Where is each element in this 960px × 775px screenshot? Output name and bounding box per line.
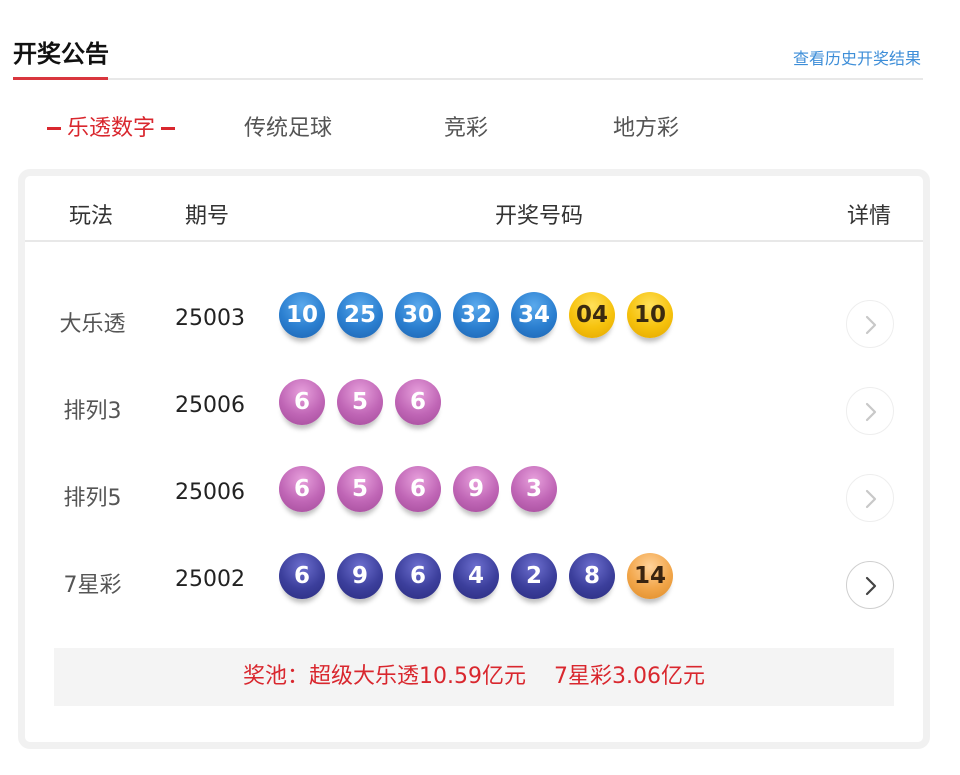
history-results-link[interactable]: 查看历史开奖结果 <box>793 45 921 69</box>
issue-number: 25006 <box>175 480 245 505</box>
issue-number: 25003 <box>175 306 245 331</box>
number-ball: 14 <box>627 553 673 599</box>
number-ball: 25 <box>337 292 383 338</box>
number-ball: 2 <box>511 553 557 599</box>
number-ball: 6 <box>395 466 441 512</box>
number-ball: 5 <box>337 379 383 425</box>
issue-number: 25006 <box>175 393 245 418</box>
lottery-name: 排列3 <box>63 399 122 424</box>
tab-label: 传统足球 <box>244 116 333 141</box>
detail-button[interactable] <box>846 474 894 522</box>
chevron-right-icon <box>865 315 877 335</box>
tab-lotto-digits[interactable]: 乐透数字 <box>41 110 181 142</box>
title-underline <box>13 77 108 80</box>
header-numbers: 开奖号码 <box>495 204 584 229</box>
table-row: 排列5 25006 6 5 6 9 3 <box>25 454 923 540</box>
header-issue: 期号 <box>185 204 230 229</box>
header-detail: 详情 <box>847 204 892 229</box>
number-ball: 6 <box>279 553 325 599</box>
lottery-name: 大乐透 <box>59 312 126 337</box>
detail-button[interactable] <box>846 387 894 435</box>
issue-number: 25002 <box>175 567 245 592</box>
lottery-tabs: 乐透数字 传统足球 竞彩 地方彩 <box>0 100 960 148</box>
number-ball: 6 <box>279 379 325 425</box>
chevron-right-icon <box>865 576 877 596</box>
tab-local-lottery[interactable]: 地方彩 <box>613 110 679 142</box>
number-ball: 32 <box>453 292 499 338</box>
table-row: 排列3 25006 6 5 6 <box>25 367 923 453</box>
detail-button[interactable] <box>846 561 894 609</box>
number-ball: 34 <box>511 292 557 338</box>
tab-label: 乐透数字 <box>67 116 156 141</box>
number-ball: 6 <box>395 553 441 599</box>
tab-traditional-football[interactable]: 传统足球 <box>244 110 332 142</box>
number-ball: 6 <box>279 466 325 512</box>
number-ball: 10 <box>627 292 673 338</box>
tab-label: 地方彩 <box>613 116 680 141</box>
number-ball: 30 <box>395 292 441 338</box>
tab-label: 竞彩 <box>444 116 489 141</box>
header-play: 玩法 <box>69 204 114 229</box>
number-ball: 5 <box>337 466 383 512</box>
pool-7xc: 7星彩3.06亿元 <box>554 664 705 689</box>
tab-dash-left <box>47 126 61 130</box>
chevron-right-icon <box>865 489 877 509</box>
table-row: 大乐透 25003 10 25 30 32 34 04 10 <box>25 280 923 366</box>
number-ball: 9 <box>337 553 383 599</box>
number-ball: 3 <box>511 466 557 512</box>
number-ball: 04 <box>569 292 615 338</box>
section-header: 开奖公告 查看历史开奖结果 <box>13 0 923 80</box>
number-ball: 9 <box>453 466 499 512</box>
lottery-name: 排列5 <box>63 486 122 511</box>
results-card: 玩法 期号 开奖号码 详情 大乐透 25003 10 25 30 32 34 04 10 排列3 2… <box>18 169 930 749</box>
number-ball: 6 <box>395 379 441 425</box>
lottery-name: 7星彩 <box>63 573 122 598</box>
pool-prefix: 奖池： <box>243 664 310 689</box>
number-ball: 4 <box>453 553 499 599</box>
tab-dash-right <box>161 126 176 130</box>
page-title: 开奖公告 <box>13 40 109 68</box>
number-ball: 8 <box>569 553 615 599</box>
table-row: 7星彩 25002 6 9 6 4 2 8 14 <box>25 541 923 627</box>
detail-button[interactable] <box>846 300 894 348</box>
chevron-right-icon <box>865 402 877 422</box>
tab-jingcai[interactable]: 竞彩 <box>444 110 488 142</box>
prize-pool-bar: 奖池：超级大乐透10.59亿元 7星彩3.06亿元 <box>54 648 894 706</box>
pool-dlt: 超级大乐透10.59亿元 <box>309 664 526 689</box>
number-ball: 10 <box>279 292 325 338</box>
table-header: 玩法 期号 开奖号码 详情 <box>25 176 923 242</box>
